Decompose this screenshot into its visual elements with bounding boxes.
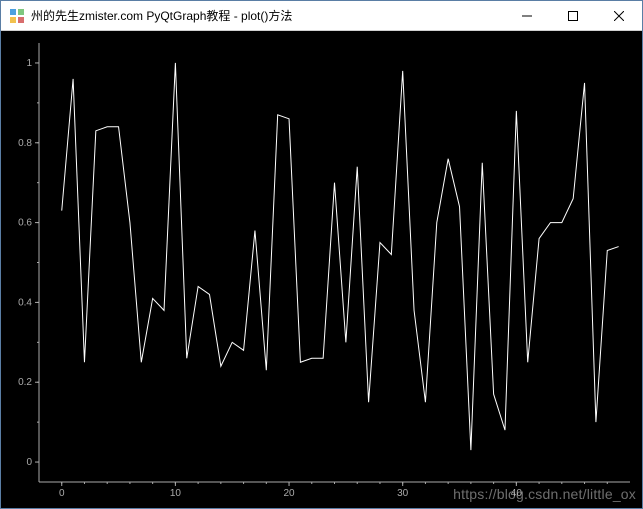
svg-text:0: 0 xyxy=(26,457,32,468)
plot-area[interactable]: 00.20.40.60.81010203040 https://blog.csd… xyxy=(1,31,642,508)
app-icon xyxy=(9,8,25,24)
svg-text:10: 10 xyxy=(170,488,182,499)
svg-text:1: 1 xyxy=(26,58,32,69)
svg-text:0.6: 0.6 xyxy=(18,218,32,229)
svg-text:30: 30 xyxy=(397,488,409,499)
window-titlebar[interactable]: 州的先生zmister.com PyQtGraph教程 - plot()方法 xyxy=(1,1,642,31)
close-button[interactable] xyxy=(596,1,642,30)
plot-canvas: 00.20.40.60.81010203040 xyxy=(1,31,642,508)
svg-text:0.2: 0.2 xyxy=(18,377,32,388)
svg-text:0.4: 0.4 xyxy=(18,297,32,308)
maximize-button[interactable] xyxy=(550,1,596,30)
window-controls xyxy=(504,1,642,30)
svg-text:40: 40 xyxy=(511,488,523,499)
svg-text:0.8: 0.8 xyxy=(18,138,32,149)
app-window: 州的先生zmister.com PyQtGraph教程 - plot()方法 0… xyxy=(0,0,643,509)
svg-text:0: 0 xyxy=(59,488,65,499)
minimize-button[interactable] xyxy=(504,1,550,30)
svg-text:20: 20 xyxy=(283,488,295,499)
window-title: 州的先生zmister.com PyQtGraph教程 - plot()方法 xyxy=(31,7,504,24)
